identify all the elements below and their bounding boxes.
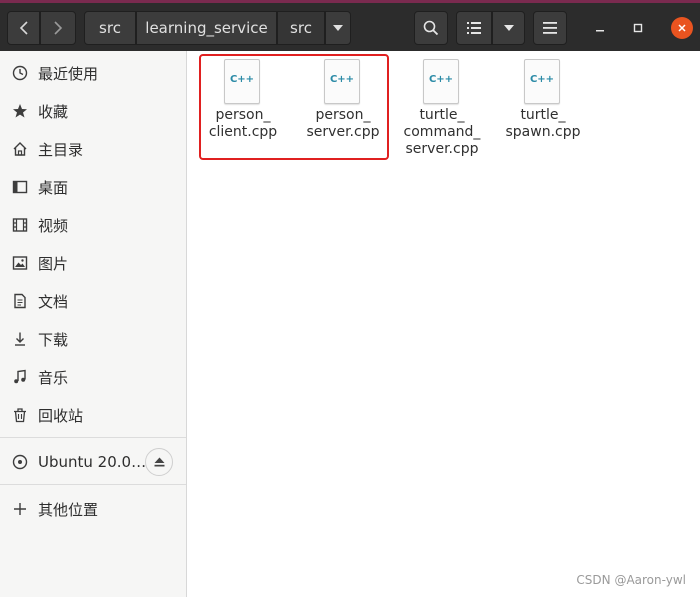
chevron-right-icon (54, 21, 63, 35)
trash-icon (11, 406, 29, 424)
breadcrumb-label: src (290, 19, 312, 37)
caret-down-icon (503, 25, 514, 31)
document-icon (11, 292, 29, 310)
list-view-icon (467, 22, 481, 34)
sidebar-item-label: 音乐 (38, 368, 69, 387)
file-name: turtle_ command_ server.cpp (396, 107, 488, 158)
hamburger-icon (543, 22, 557, 34)
sidebar-item-downloads[interactable]: 下载 (0, 322, 186, 356)
file-type-badge: C++ (529, 74, 555, 85)
highlight-annotation-box (199, 54, 389, 160)
download-icon (11, 330, 29, 348)
back-button[interactable] (7, 11, 40, 45)
sidebar-item-pictures[interactable]: 图片 (0, 246, 186, 280)
file-name-line: spawn.cpp (505, 124, 581, 140)
sidebar-item-label: 文档 (38, 292, 69, 311)
sidebar: 最近使用 收藏 主目录 桌面 视频 图片 文档 下载 音乐 回收站 Ubuntu… (0, 51, 187, 597)
breadcrumb-label: learning_service (145, 19, 268, 37)
close-button[interactable] (671, 17, 693, 39)
sidebar-item-label: Ubuntu 20.0… (38, 453, 147, 471)
sidebar-item-label: 主目录 (38, 140, 84, 159)
eject-icon (154, 457, 164, 467)
sidebar-item-recent[interactable]: 最近使用 (0, 56, 186, 90)
film-icon (11, 216, 29, 234)
file-name-line: server.cpp (405, 141, 479, 157)
breadcrumb-learning-service[interactable]: learning_service (136, 11, 277, 45)
file-name-line: turtle_ (520, 107, 566, 123)
header-bar: src learning_service src (0, 3, 700, 51)
sidebar-item-label: 视频 (38, 216, 69, 235)
sidebar-item-ubuntu-drive[interactable]: Ubuntu 20.0… (0, 445, 186, 479)
sidebar-divider (0, 484, 186, 485)
home-icon (11, 140, 29, 158)
sidebar-item-label: 图片 (38, 254, 69, 273)
sidebar-item-videos[interactable]: 视频 (0, 208, 186, 242)
music-icon (11, 368, 29, 386)
star-icon (11, 102, 29, 120)
minimize-icon (596, 30, 604, 32)
sidebar-item-label: 桌面 (38, 178, 69, 197)
image-icon (11, 254, 29, 272)
view-mode-button[interactable] (456, 11, 492, 45)
file-name-line: turtle_ (419, 107, 465, 123)
desktop-icon (11, 178, 29, 196)
file-type-badge: C++ (428, 74, 454, 85)
sidebar-item-starred[interactable]: 收藏 (0, 94, 186, 128)
caret-down-icon (333, 25, 343, 31)
clock-icon (11, 64, 29, 82)
sidebar-item-documents[interactable]: 文档 (0, 284, 186, 318)
breadcrumb-src-root[interactable]: src (84, 11, 136, 45)
eject-button[interactable] (145, 448, 173, 476)
sidebar-item-music[interactable]: 音乐 (0, 360, 186, 394)
close-icon (678, 24, 686, 32)
watermark: CSDN @Aaron-ywl (576, 573, 686, 587)
cpp-file-icon: C++ (524, 59, 560, 104)
breadcrumb-src-current[interactable]: src (277, 11, 325, 45)
sidebar-item-home[interactable]: 主目录 (0, 132, 186, 166)
breadcrumb-dropdown-button[interactable] (325, 11, 351, 45)
forward-button[interactable] (40, 11, 76, 45)
breadcrumb-label: src (99, 19, 121, 37)
file-name: turtle_ spawn.cpp (497, 107, 589, 141)
sidebar-divider (0, 437, 186, 438)
search-button[interactable] (414, 11, 448, 45)
chevron-left-icon (19, 21, 28, 35)
sidebar-item-label: 下载 (38, 330, 69, 349)
file-name-line: command_ (403, 124, 481, 140)
minimize-button[interactable] (589, 17, 611, 39)
cpp-file-icon: C++ (423, 59, 459, 104)
sidebar-item-desktop[interactable]: 桌面 (0, 170, 186, 204)
maximize-button[interactable] (627, 17, 649, 39)
plus-icon (11, 500, 29, 518)
sidebar-item-trash[interactable]: 回收站 (0, 398, 186, 432)
sidebar-item-label: 最近使用 (38, 64, 99, 83)
sidebar-item-label: 回收站 (38, 406, 84, 425)
view-options-dropdown[interactable] (492, 11, 525, 45)
menu-button[interactable] (533, 11, 567, 45)
search-icon (423, 20, 439, 36)
sidebar-item-label: 收藏 (38, 102, 69, 121)
disc-icon (11, 453, 29, 471)
sidebar-item-other-locations[interactable]: 其他位置 (0, 492, 186, 526)
maximize-icon (633, 23, 643, 33)
sidebar-item-label: 其他位置 (38, 500, 99, 519)
